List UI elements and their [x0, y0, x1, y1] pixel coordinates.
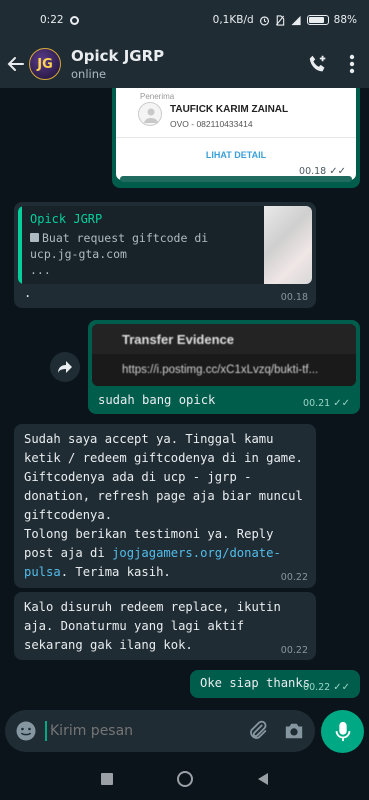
alarm-icon — [259, 15, 269, 25]
text-cursor — [45, 721, 47, 741]
receipt-image-message[interactable]: Penerima TAUFICK KARIM ZAINAL OVO - 0821… — [112, 88, 360, 188]
message-text: . — [24, 286, 32, 300]
back-button[interactable] — [257, 772, 269, 786]
message-time: 00.18 — [280, 292, 308, 303]
forward-button[interactable] — [50, 352, 80, 382]
attach-icon[interactable] — [247, 720, 269, 742]
quoted-text: Buat request giftcode di ucp.jg-gta.com … — [30, 230, 262, 278]
contact-status: online — [71, 67, 107, 81]
microphone-icon — [335, 721, 350, 741]
voice-message-button[interactable] — [321, 710, 364, 753]
message-time: 00.22 — [280, 645, 308, 656]
quoted-ellipsis: ... — [30, 263, 51, 277]
camera-icon[interactable] — [283, 721, 305, 741]
contact-name: Opick JGRP — [71, 47, 165, 65]
notification-dot-icon — [69, 15, 79, 25]
message-time: 00.18 ✓✓ — [299, 166, 346, 177]
clock: 0:22 — [40, 14, 64, 26]
reply-message[interactable]: Opick JGRP Buat request giftcode di ucp.… — [14, 202, 316, 308]
message-text: sudah bang opick — [98, 393, 216, 407]
message-text: Kalo disuruh redeem replace, ikutin aja.… — [24, 600, 289, 652]
message-list[interactable]: Penerima TAUFICK KARIM ZAINAL OVO - 0821… — [0, 88, 369, 705]
message-time: 00.22 ✓✓ — [303, 682, 350, 693]
avatar[interactable]: JG — [29, 48, 61, 80]
emoji-icon[interactable] — [15, 720, 37, 742]
read-ticks-icon: ✓✓ — [329, 166, 346, 177]
receipt-label: Penerima — [140, 92, 175, 101]
back-arrow-icon[interactable] — [3, 40, 29, 88]
divider — [116, 137, 356, 138]
contact-info[interactable]: Opick JGRP online — [71, 47, 164, 81]
message-text-2: Tolong berikan testimoni ya. Reply post … — [24, 527, 281, 579]
preview-title: Transfer Evidence — [122, 332, 234, 347]
status-bar: 0:22 0,1KB/d 88% — [0, 0, 369, 40]
read-ticks-icon: ✓✓ — [333, 398, 350, 409]
message-text: Oke siap thanks — [200, 676, 311, 690]
network-speed: 0,1KB/d — [212, 14, 254, 26]
replace-message[interactable]: Kalo disuruh redeem replace, ikutin aja.… — [14, 592, 316, 660]
quoted-author: Opick JGRP — [30, 212, 103, 226]
home-button[interactable] — [176, 770, 193, 787]
person-icon — [138, 102, 162, 126]
forward-icon — [58, 361, 72, 373]
battery-percent: 88% — [333, 14, 357, 26]
signal-icon — [291, 15, 301, 25]
lihat-detail-link: LIHAT DETAIL — [205, 150, 267, 160]
no-sim-icon — [275, 14, 284, 26]
receipt-account: OVO - 082110433414 — [170, 119, 253, 129]
message-input[interactable] — [50, 723, 230, 739]
avatar-logo-text: JG — [37, 56, 53, 72]
read-ticks-icon: ✓✓ — [333, 682, 350, 693]
composer — [0, 705, 369, 757]
link-preview-message[interactable]: Transfer Evidence https://i.postimg.cc/x… — [88, 320, 360, 414]
receipt-recipient: TAUFICK KARIM ZAINAL — [170, 104, 289, 115]
thanks-message[interactable]: Oke siap thanks 00.22 ✓✓ — [190, 670, 360, 698]
image-icon — [30, 233, 39, 242]
recents-button[interactable] — [100, 772, 113, 785]
quoted-message[interactable]: Opick JGRP Buat request giftcode di ucp.… — [18, 206, 312, 284]
accept-message[interactable]: Sudah saya accept ya. Tinggal kamu ketik… — [14, 424, 316, 588]
battery-icon — [306, 15, 329, 25]
add-call-icon[interactable] — [307, 53, 329, 75]
message-time: 00.22 — [280, 572, 308, 583]
link-preview[interactable]: Transfer Evidence https://i.postimg.cc/x… — [92, 324, 356, 386]
chat-header: JG Opick JGRP online — [0, 40, 369, 88]
preview-url: https://i.postimg.cc/xC1xLvzq/bukti-tf..… — [122, 364, 319, 376]
message-input-box[interactable] — [5, 710, 315, 752]
quoted-thumbnail — [264, 206, 312, 284]
message-time: 00.21 ✓✓ — [303, 398, 350, 409]
system-navigation-bar — [0, 757, 369, 800]
quote-bar — [18, 206, 22, 284]
more-options-icon[interactable] — [349, 54, 355, 74]
message-text: Sudah saya accept ya. Tinggal kamu ketik… — [24, 432, 311, 522]
